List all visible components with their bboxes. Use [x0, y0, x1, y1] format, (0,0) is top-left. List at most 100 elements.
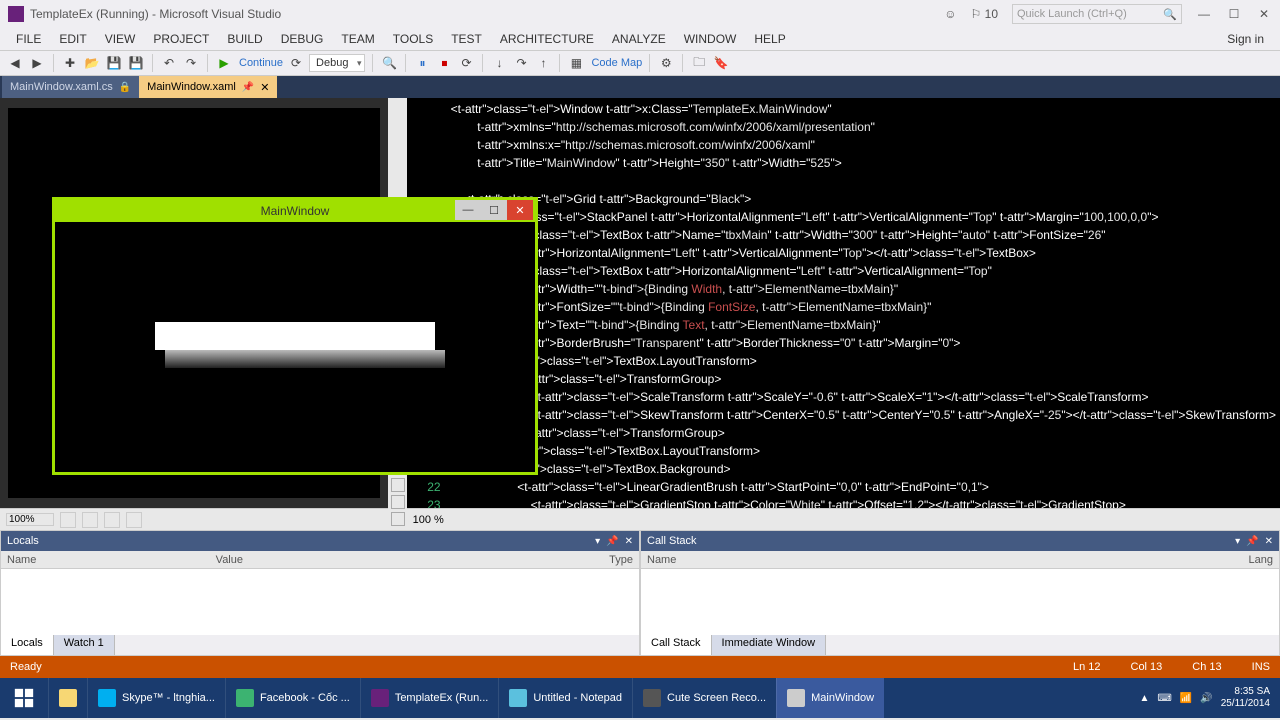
menu-view[interactable]: VIEW — [97, 30, 144, 48]
taskbar-mainwindow[interactable]: MainWindow — [776, 678, 884, 718]
undo-icon[interactable]: ↶ — [160, 54, 178, 72]
codemap-icon[interactable]: ▦ — [567, 54, 585, 72]
back-icon[interactable]: ◀ — [6, 54, 24, 72]
quick-launch-input[interactable]: Quick Launch (Ctrl+Q) 🔍 — [1012, 4, 1182, 24]
config-combo[interactable]: Debug — [309, 54, 365, 72]
grid-icon[interactable] — [82, 512, 98, 528]
clock[interactable]: 8:35 SA 25/11/2014 — [1221, 686, 1270, 710]
stepout-icon[interactable]: ↑ — [534, 54, 552, 72]
stepover-icon[interactable]: ↷ — [512, 54, 530, 72]
menu-edit[interactable]: EDIT — [51, 30, 94, 48]
taskbar-skype[interactable]: Skype™ - ltnghia... — [87, 678, 225, 718]
feedback-icon[interactable]: ☺ — [944, 7, 956, 21]
close-tab-icon[interactable]: ✕ — [260, 81, 269, 94]
taskbar-recorder[interactable]: Cute Screen Reco... — [632, 678, 776, 718]
rw-minimize-button[interactable]: — — [455, 200, 481, 220]
snap-icon[interactable] — [104, 512, 120, 528]
restart-icon[interactable]: ⟳ — [457, 54, 475, 72]
running-textbox[interactable] — [155, 322, 435, 350]
taskbar-explorer[interactable] — [48, 678, 87, 718]
open-icon[interactable]: 📂 — [83, 54, 101, 72]
notifications-icon[interactable]: ⚐ 10 — [971, 7, 998, 21]
running-window-titlebar[interactable]: MainWindow — ☐ ✕ — [55, 200, 535, 222]
panel-pin-icon[interactable]: 📌 — [1246, 536, 1258, 547]
menu-team[interactable]: TEAM — [333, 30, 382, 48]
find-icon[interactable]: 🔍 — [380, 54, 398, 72]
tab-mainwindow-cs[interactable]: MainWindow.xaml.cs 🔒 — [2, 76, 139, 98]
bookmark-icon[interactable]: 🔖 — [712, 54, 730, 72]
callstack-body[interactable] — [641, 569, 1279, 635]
effects-icon[interactable] — [126, 512, 142, 528]
horiz-icon[interactable] — [391, 495, 405, 509]
tab-immediate[interactable]: Immediate Window — [712, 635, 827, 655]
col-type[interactable]: Type — [424, 554, 633, 566]
tray-up-icon[interactable]: ▲ — [1139, 693, 1149, 704]
panel-close-icon[interactable]: ✕ — [625, 536, 633, 547]
continue-button[interactable]: Continue — [239, 57, 283, 69]
stop-icon[interactable]: ⏹ — [435, 54, 453, 72]
vert-icon[interactable] — [391, 512, 405, 526]
menu-analyze[interactable]: ANALYZE — [604, 30, 674, 48]
stepinto-icon[interactable]: ↓ — [490, 54, 508, 72]
menu-file[interactable]: FILE — [8, 30, 49, 48]
pin-icon[interactable]: 📌 — [242, 82, 254, 93]
forward-icon[interactable]: ▶ — [28, 54, 46, 72]
tab-locals[interactable]: Locals — [1, 635, 54, 655]
continue-icon[interactable]: ▶ — [215, 54, 233, 72]
taskbar-label: MainWindow — [811, 692, 874, 704]
maximize-button[interactable]: ☐ — [1226, 7, 1242, 21]
fit-icon[interactable] — [60, 512, 76, 528]
tab-mainwindow-xaml[interactable]: MainWindow.xaml 📌 ✕ — [139, 76, 277, 98]
taskbar-vs[interactable]: TemplateEx (Run... — [360, 678, 499, 718]
save-icon[interactable]: 💾 — [105, 54, 123, 72]
folder-icon[interactable]: 🗀 — [690, 54, 708, 72]
menu-window[interactable]: WINDOW — [676, 30, 745, 48]
locals-body[interactable] — [1, 569, 639, 635]
menu-test[interactable]: TEST — [443, 30, 490, 48]
network-icon[interactable]: 📶 — [1180, 693, 1192, 704]
panel-dropdown-icon[interactable]: ▾ — [1235, 536, 1240, 547]
locals-header[interactable]: Locals ▾📌✕ — [1, 531, 639, 551]
close-button[interactable]: ✕ — [1256, 7, 1272, 21]
menu-debug[interactable]: DEBUG — [273, 30, 332, 48]
new-icon[interactable]: ✚ — [61, 54, 79, 72]
start-button[interactable] — [0, 678, 48, 718]
tab-callstack[interactable]: Call Stack — [641, 635, 712, 655]
panel-pin-icon[interactable]: 📌 — [606, 536, 618, 547]
tab-watch1[interactable]: Watch 1 — [54, 635, 115, 655]
swap-icon[interactable] — [391, 478, 405, 492]
col-name[interactable]: Name — [647, 554, 960, 566]
status-col: Col 13 — [1131, 661, 1163, 673]
tool-icon[interactable]: ⚙ — [657, 54, 675, 72]
taskbar-notepad[interactable]: Untitled - Notepad — [498, 678, 632, 718]
callstack-header[interactable]: Call Stack ▾📌✕ — [641, 531, 1279, 551]
taskbar-browser[interactable]: Facebook - Cốc ... — [225, 678, 360, 718]
col-value[interactable]: Value — [216, 554, 425, 566]
rw-maximize-button[interactable]: ☐ — [481, 200, 507, 220]
col-lang[interactable]: Lang — [960, 554, 1273, 566]
menu-project[interactable]: PROJECT — [145, 30, 217, 48]
menu-tools[interactable]: TOOLS — [385, 30, 441, 48]
signin-link[interactable]: Sign in — [1219, 30, 1272, 48]
menu-help[interactable]: HELP — [746, 30, 793, 48]
designer-zoom[interactable]: 100% — [6, 513, 54, 526]
rw-close-button[interactable]: ✕ — [507, 200, 533, 220]
redo-icon[interactable]: ↷ — [182, 54, 200, 72]
menu-build[interactable]: BUILD — [219, 30, 270, 48]
panel-dropdown-icon[interactable]: ▾ — [595, 536, 600, 547]
keyboard-icon[interactable]: ⌨ — [1157, 693, 1171, 704]
saveall-icon[interactable]: 💾 — [127, 54, 145, 72]
minimize-button[interactable]: — — [1196, 7, 1212, 21]
system-tray[interactable]: ▲ ⌨ 📶 🔊 8:35 SA 25/11/2014 — [1129, 686, 1280, 710]
code-lines[interactable]: <t-attr">class="t-el">Window t-attr">x:C… — [447, 98, 1280, 508]
pause-icon[interactable]: ⏸ — [413, 54, 431, 72]
codemap-button[interactable]: Code Map — [591, 57, 642, 69]
volume-icon[interactable]: 🔊 — [1200, 693, 1212, 704]
menu-architecture[interactable]: ARCHITECTURE — [492, 30, 602, 48]
running-window[interactable]: MainWindow — ☐ ✕ — [52, 197, 538, 475]
refresh-icon[interactable]: ⟳ — [287, 54, 305, 72]
code-zoom[interactable]: 100 % — [413, 514, 444, 526]
bottom-panels: Locals ▾📌✕ Name Value Type Locals Watch … — [0, 530, 1280, 656]
col-name[interactable]: Name — [7, 554, 216, 566]
panel-close-icon[interactable]: ✕ — [1265, 536, 1273, 547]
